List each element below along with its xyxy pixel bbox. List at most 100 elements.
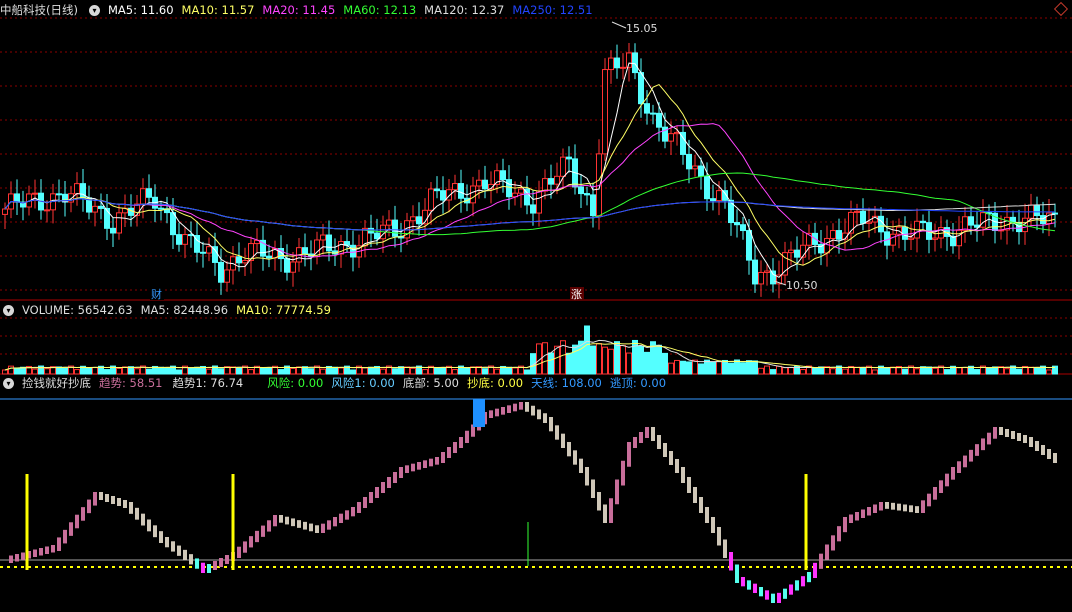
candle-body xyxy=(92,205,98,213)
trend-bar xyxy=(453,442,457,453)
indicator-name[interactable]: 捡钱就好抄底 xyxy=(22,375,91,391)
candle-body xyxy=(140,188,146,205)
candle-body xyxy=(386,219,392,226)
bottom-signal-bar xyxy=(804,474,808,570)
candle-body xyxy=(770,270,776,285)
volume-bar xyxy=(566,352,572,375)
volume-bar xyxy=(1028,366,1034,375)
candle-body xyxy=(518,188,524,194)
signal-indicator-list: 趋势: 58.51 趋势1: 76.74 风险: 0.00 风险1: 0.00 底部: … xyxy=(99,375,674,391)
trend-bar xyxy=(417,462,421,470)
volume-bar xyxy=(656,344,662,375)
candle-body xyxy=(554,175,560,185)
signal-indicator: 风险1: 0.00 xyxy=(331,376,395,390)
volume-bar xyxy=(626,352,632,375)
trend-bar xyxy=(795,580,799,591)
volume-bar xyxy=(872,369,878,375)
trend-bar xyxy=(147,519,151,532)
candle-body xyxy=(458,183,464,199)
volume-bar xyxy=(860,367,866,375)
trend-bar xyxy=(51,545,55,553)
candle-body xyxy=(2,208,8,215)
candle-body xyxy=(614,57,620,69)
volume-bar xyxy=(854,366,860,375)
high-price-label: 15.05 xyxy=(626,22,658,35)
volume-bar xyxy=(758,367,764,375)
trend-bar xyxy=(831,535,835,551)
trend-bar xyxy=(1029,437,1033,447)
candle-body xyxy=(470,185,476,204)
trend-bar xyxy=(687,477,691,493)
trend-bar xyxy=(939,480,943,493)
candle-body xyxy=(734,222,740,226)
trend-bar xyxy=(615,479,619,505)
candle-body xyxy=(74,183,80,195)
ma-indicator: MA250: 12.51 xyxy=(512,3,593,17)
trend-bar xyxy=(981,438,985,451)
candle-body xyxy=(218,261,224,283)
settings-icon[interactable]: ▾ xyxy=(3,377,14,389)
trend-bar xyxy=(735,564,739,583)
candle-body xyxy=(536,190,542,214)
settings-icon[interactable]: ▾ xyxy=(3,304,14,316)
volume-bar xyxy=(368,366,374,375)
volume-bar xyxy=(782,367,788,375)
candle-body xyxy=(824,237,830,254)
candle-body xyxy=(854,210,860,213)
candle-body xyxy=(608,57,614,71)
trend-bar xyxy=(435,457,439,465)
trend-bar xyxy=(777,592,781,603)
volume-bar xyxy=(902,368,908,375)
candle-body xyxy=(266,255,272,259)
candle-body xyxy=(44,209,50,212)
trend-bar xyxy=(867,507,871,516)
trend-bar xyxy=(195,558,199,569)
ma-indicator: MA10: 11.57 xyxy=(181,3,255,17)
volume-bar xyxy=(590,345,596,375)
volume-bar xyxy=(740,362,746,375)
volume-bar xyxy=(668,362,674,375)
candle-body xyxy=(638,72,644,105)
trend-bar xyxy=(729,552,733,571)
candle-body xyxy=(98,205,104,209)
volume-bar xyxy=(158,366,164,375)
volume-bar xyxy=(764,365,770,375)
trend-bar xyxy=(921,500,925,513)
trend-bar xyxy=(249,536,253,548)
trend-bar xyxy=(15,554,19,562)
candle-body xyxy=(758,271,764,285)
event-marker-zhang: 涨 xyxy=(571,288,582,301)
trend-bar xyxy=(87,499,91,514)
signal-indicator: 逃顶: 0.00 xyxy=(609,376,667,390)
bottom-signal-bar xyxy=(231,474,235,570)
trend-bar xyxy=(669,451,673,465)
trend-bar xyxy=(627,442,631,467)
candle-body xyxy=(302,247,308,255)
volume-bar xyxy=(944,369,950,375)
trend-bar xyxy=(855,512,859,521)
candle-body xyxy=(542,178,548,192)
trend-bar xyxy=(945,473,949,487)
trend-bar xyxy=(771,593,775,603)
trend-bar xyxy=(609,498,613,523)
candle-body xyxy=(434,188,440,192)
trend-bar xyxy=(837,526,841,542)
candle-body xyxy=(1040,215,1046,225)
trend-bar xyxy=(813,562,817,578)
trend-bar xyxy=(561,433,565,448)
trend-bar xyxy=(651,427,655,441)
volume-bar xyxy=(548,352,554,375)
stock-name[interactable]: 中船科技 xyxy=(0,2,46,18)
volume-bar xyxy=(830,368,836,375)
trend-bar xyxy=(1035,441,1039,451)
candle-body xyxy=(698,165,704,177)
candle-body xyxy=(410,216,416,222)
volume-bar xyxy=(506,366,512,375)
trend-bar xyxy=(993,427,997,439)
signal-indicator: 天线: 108.00 xyxy=(531,376,602,390)
trend-bar xyxy=(1011,431,1015,439)
trend-bar xyxy=(963,455,967,468)
high-label-pointer xyxy=(611,21,627,29)
settings-icon[interactable]: ▾ xyxy=(88,4,100,16)
ma-indicator: MA20: 11.45 xyxy=(262,3,336,17)
